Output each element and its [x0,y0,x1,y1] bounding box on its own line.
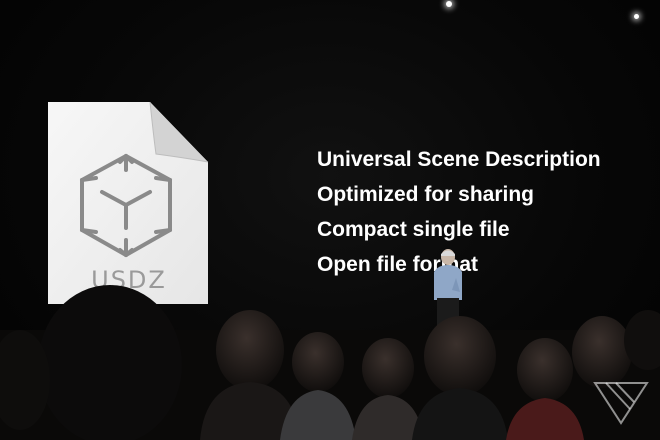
triangle-logo-icon [593,382,649,425]
ceiling-light [446,1,452,7]
audience-silhouettes [0,285,660,440]
feature-item: Optimized for sharing [317,183,535,206]
stage-photo: USDZ Universal Scene Description Optimiz… [0,0,660,440]
feature-item: Universal Scene Description [317,148,601,171]
ceiling-light [634,14,639,19]
feature-item: Compact single file [317,218,510,241]
